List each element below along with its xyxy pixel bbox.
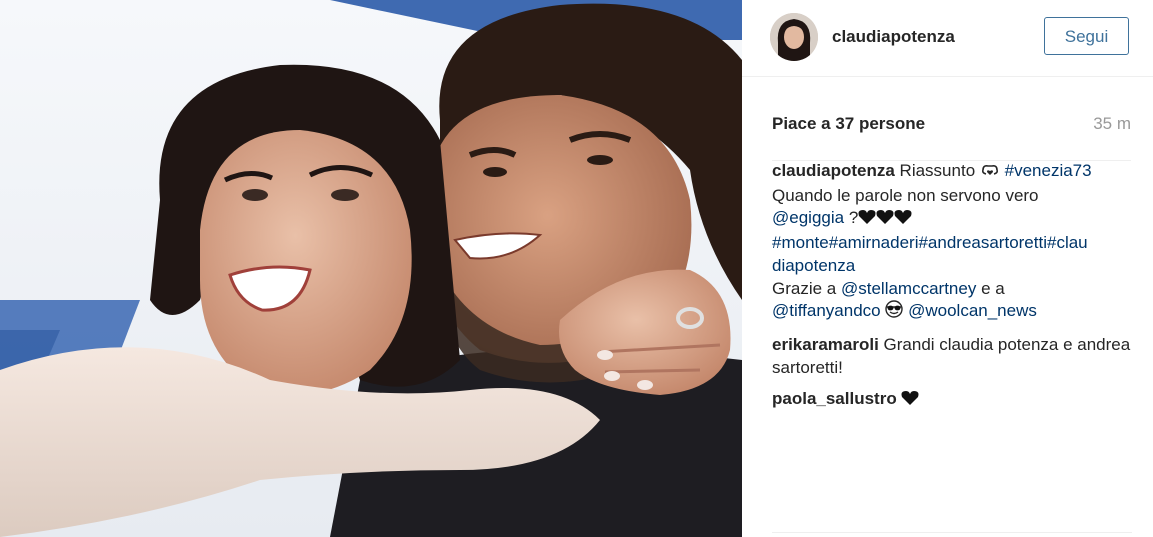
comments-divider xyxy=(772,532,1132,533)
caption-text: Grazie a xyxy=(772,278,837,298)
hashtags-link[interactable]: #monte#amirnaderi#andreasartoretti#clau xyxy=(772,232,1132,255)
likes-row: Piace a 37 persone 35 m xyxy=(772,114,1131,161)
caption-line: @tiffanyandco @woolcan_news xyxy=(772,300,1132,325)
caption-text: e a xyxy=(981,278,1005,298)
avatar-image xyxy=(770,13,818,61)
sunglasses-emoji-icon xyxy=(885,300,904,325)
comment-item: paola_sallustro xyxy=(772,388,1132,413)
user-avatar[interactable] xyxy=(770,13,818,61)
mention-link[interactable]: @egiggia xyxy=(772,208,844,227)
mention-link[interactable]: @woolcan_news xyxy=(908,301,1037,320)
caption-line: Grazie a @stellamccartney e a xyxy=(772,278,1132,301)
mention-link[interactable]: @tiffanyandco xyxy=(772,301,881,320)
caption: claudiapotenza Riassunto #venezia73 Quan… xyxy=(772,160,1132,325)
gift-heart-icon xyxy=(980,162,1000,185)
instagram-post: claudiapotenza Segui Piace a 37 persone … xyxy=(0,0,1153,537)
post-timestamp[interactable]: 35 m xyxy=(1093,114,1131,134)
caption-text: ? xyxy=(848,208,859,228)
caption-text: Riassunto xyxy=(899,161,976,180)
caption-author[interactable]: claudiapotenza xyxy=(772,161,895,180)
follow-button[interactable]: Segui xyxy=(1044,17,1129,55)
black-heart-icon xyxy=(901,390,919,413)
hashtags-link[interactable]: diapotenza xyxy=(772,255,1132,278)
hashtag-link[interactable]: #venezia73 xyxy=(1005,161,1092,180)
black-hearts-icon xyxy=(858,209,912,232)
post-photo[interactable] xyxy=(0,0,742,537)
caption-line: @egiggia ? xyxy=(772,207,1132,232)
caption-line: Quando le parole non servono vero xyxy=(772,185,1039,205)
username-link[interactable]: claudiapotenza xyxy=(832,27,955,47)
likes-count[interactable]: Piace a 37 persone xyxy=(772,114,925,134)
post-side-panel: claudiapotenza Segui Piace a 37 persone … xyxy=(742,0,1153,537)
comments-list: claudiapotenza Riassunto #venezia73 Quan… xyxy=(772,160,1132,422)
post-header: claudiapotenza Segui xyxy=(742,0,1153,77)
mention-link[interactable]: @stellamccartney xyxy=(841,279,976,298)
comment-author[interactable]: paola_sallustro xyxy=(772,389,897,408)
post-photo-illustration xyxy=(0,0,742,537)
comment-author[interactable]: erikaramaroli xyxy=(772,335,879,354)
comment-item: erikaramaroli Grandi claudia potenza e a… xyxy=(772,334,1132,379)
